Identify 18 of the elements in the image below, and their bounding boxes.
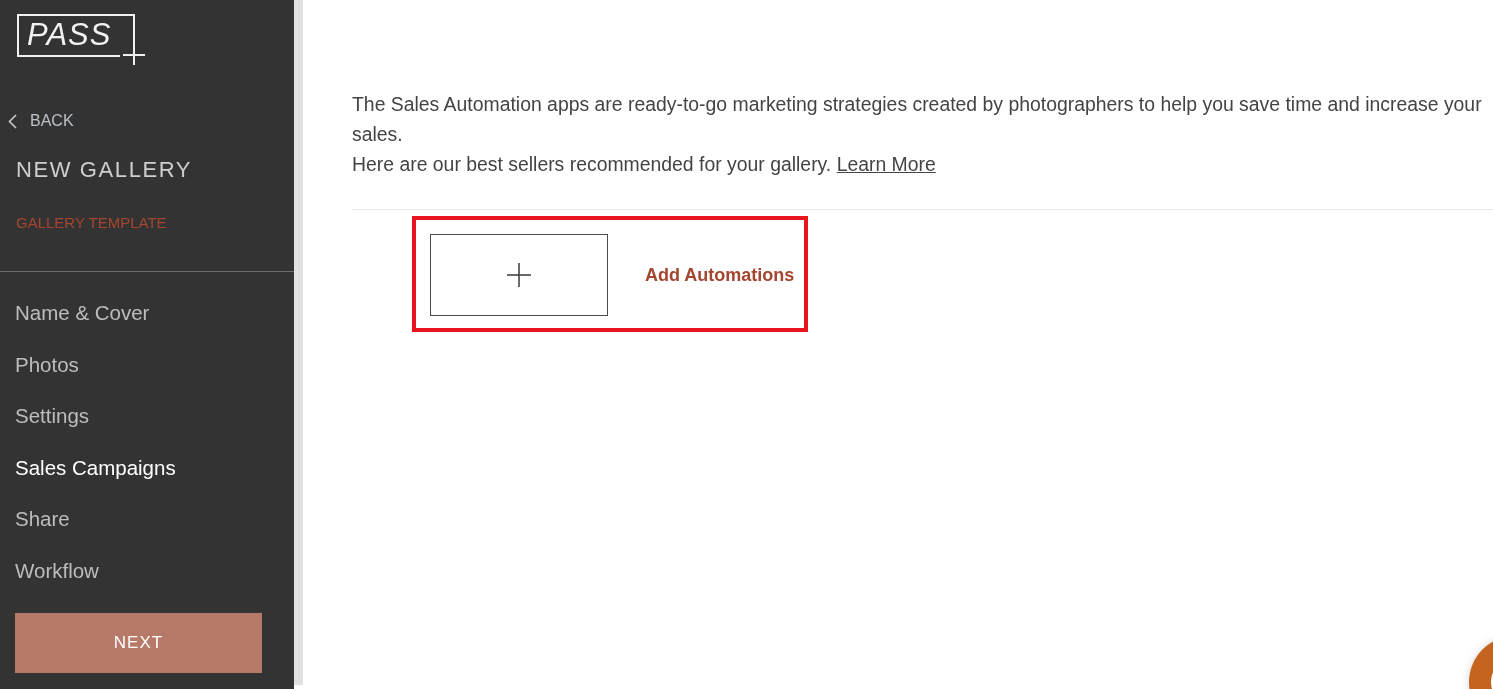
nav-item[interactable]: Sales Campaigns (0, 441, 176, 494)
nav-item[interactable]: Name & Cover (0, 287, 150, 339)
add-button[interactable] (430, 234, 608, 316)
recommendation-text: Here are our best sellers recommended for your gallery. (352, 153, 832, 175)
nav-item[interactable]: Share (0, 493, 70, 545)
description-text: The Sales Automation apps are ready-to-go marketing strategies created by photographers to help you save time and increase your sales. (352, 92, 1483, 147)
learn-more-link[interactable]: Learn More (836, 153, 936, 175)
gallery-subtitle: GALLERY TEMPLATE (16, 213, 167, 233)
add-automations-link[interactable]: Add Automations (645, 264, 795, 286)
nav-item[interactable]: Workflow (0, 544, 99, 597)
nav-item[interactable]: Settings (0, 390, 90, 442)
nav-item[interactable]: Photos (0, 338, 79, 391)
chevron-left-icon (8, 113, 17, 129)
gallery-title: NEW GALLERY (16, 156, 193, 184)
plus-icon (507, 263, 531, 287)
next-button[interactable]: NEXT (15, 612, 262, 673)
back-link[interactable]: BACK (8, 111, 74, 131)
logo: PASS (17, 14, 145, 65)
